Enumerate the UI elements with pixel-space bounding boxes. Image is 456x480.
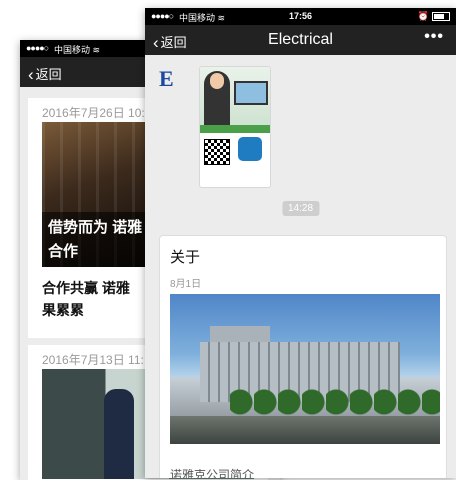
back-label: 返回 — [160, 35, 187, 50]
article-cover-photo — [170, 294, 440, 444]
carrier-label: 中国移动 ≋ — [54, 45, 101, 55]
person-figure — [104, 389, 134, 479]
back-button[interactable]: ‹ 返回 — [28, 64, 62, 84]
wifi-icon: ≋ — [217, 13, 226, 23]
time-divider: 14:28 — [281, 201, 320, 216]
status-bar: ●●●●○ 中国移动 ≋ 17:56 ⏰ — [145, 8, 456, 25]
signal-icon: ●●●●○ — [26, 43, 49, 53]
chevron-left-icon: ‹ — [28, 65, 34, 84]
laptop-icon — [234, 81, 268, 105]
qr-code-icon — [204, 139, 230, 165]
app-icon — [238, 137, 262, 161]
trees — [230, 382, 440, 416]
alarm-icon: ⏰ — [417, 11, 429, 21]
carrier-label: 中国移动 ≋ — [179, 13, 226, 23]
article-date: 8月1日 — [170, 279, 202, 290]
chevron-left-icon: ‹ — [153, 33, 159, 52]
nav-bar: ‹ 返回 Electrical ••• — [145, 25, 456, 55]
article-caption: 诺雅克公司简介 — [170, 468, 255, 478]
status-right: ⏰ — [418, 11, 450, 22]
article-title: 关于 — [170, 249, 201, 266]
signal-icon: ●●●●○ — [151, 11, 174, 21]
battery-icon — [432, 12, 450, 22]
person-face — [210, 73, 224, 89]
image-message[interactable] — [199, 66, 271, 188]
front-phone-screen: ●●●●○ 中国移动 ≋ 17:56 ⏰ ‹ 返回 Electrical ••• … — [145, 8, 456, 478]
back-button[interactable]: ‹ 返回 — [153, 32, 187, 52]
chat-title: Electrical — [268, 31, 333, 48]
promo-image — [200, 67, 270, 125]
road — [170, 416, 440, 444]
wifi-icon: ≋ — [92, 45, 101, 55]
article-message-card[interactable]: 关于 8月1日 诺雅克公司简介 — [159, 235, 447, 478]
back-label: 返回 — [35, 67, 62, 82]
clock: 17:56 — [288, 11, 313, 21]
color-strip — [200, 125, 270, 133]
more-icon[interactable]: ••• — [424, 28, 444, 46]
sender-avatar[interactable]: E — [159, 66, 179, 91]
